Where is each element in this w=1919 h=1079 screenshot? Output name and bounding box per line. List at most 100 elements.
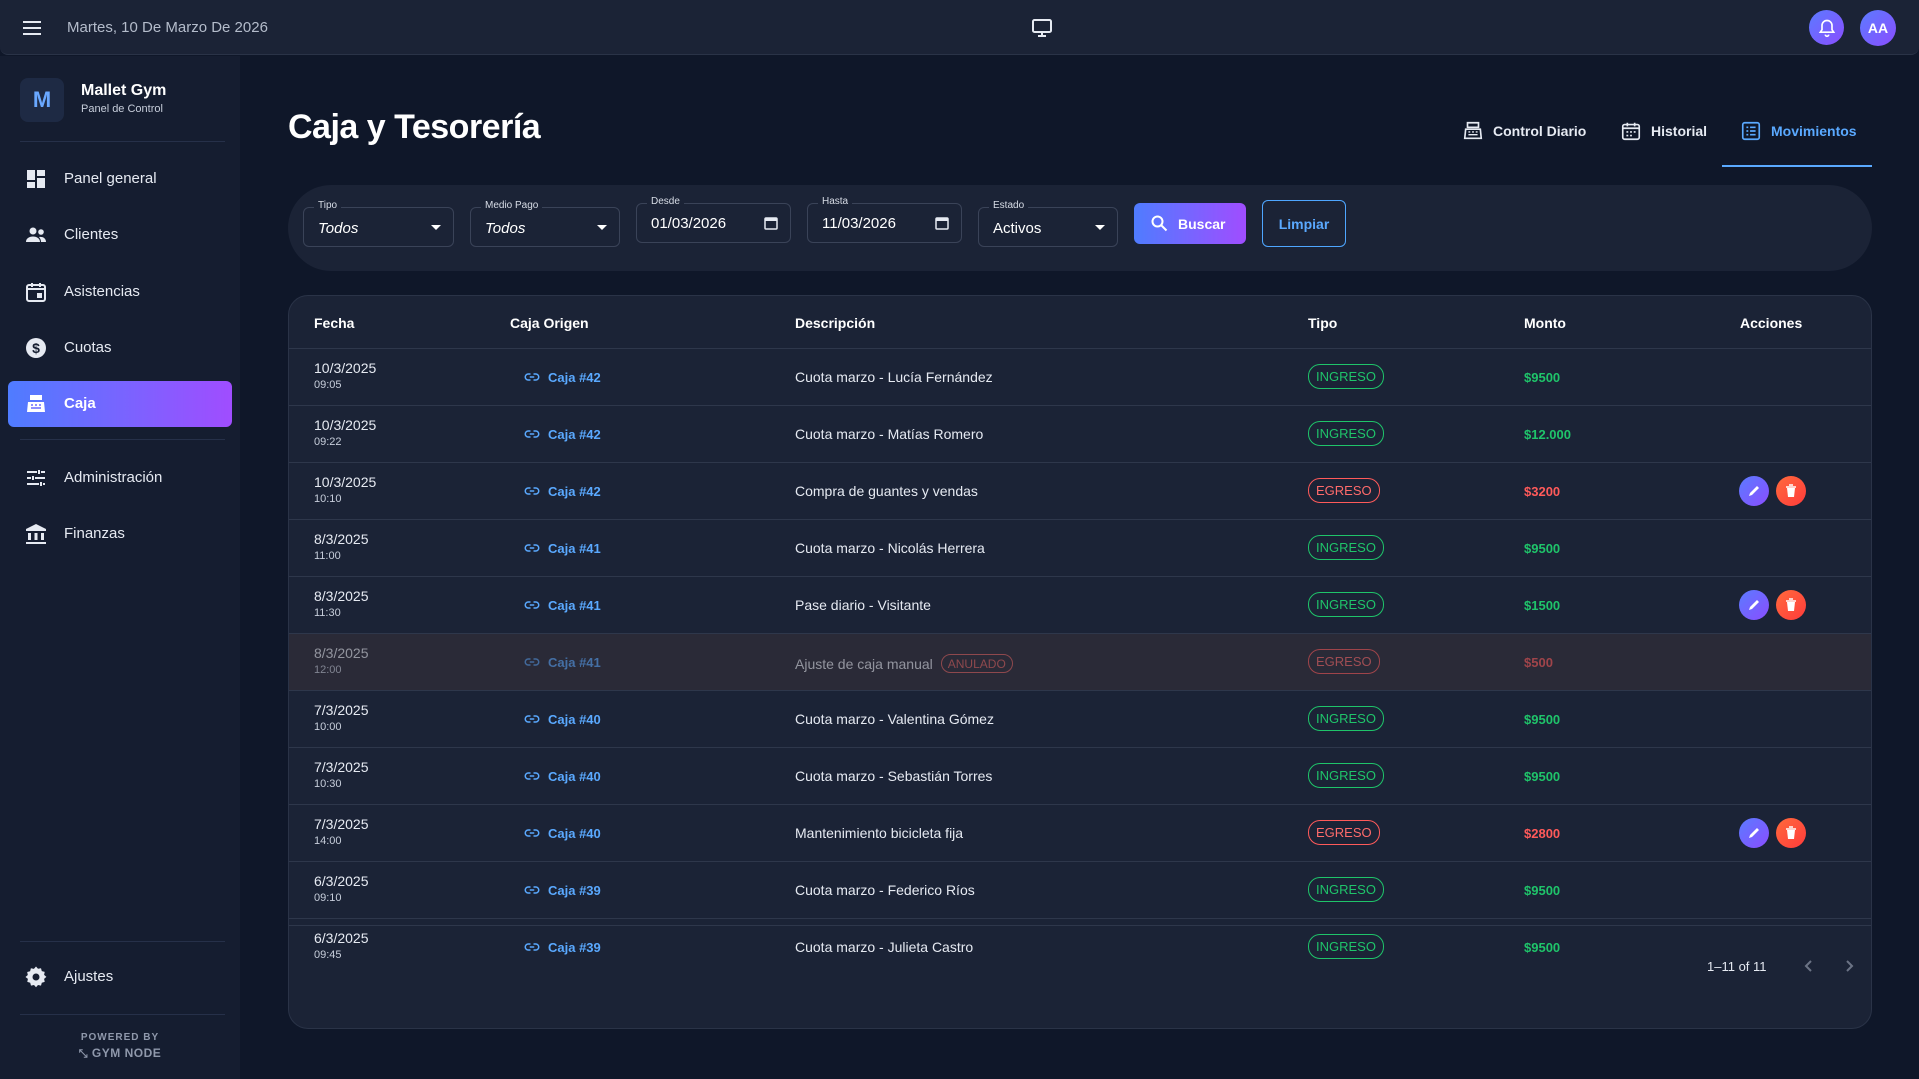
powered-by-brand-name: GYM NODE: [91, 1046, 162, 1060]
sidebar-item-cuotas[interactable]: $ Cuotas: [8, 325, 232, 371]
brand-logo: M: [20, 78, 64, 122]
sidebar-item-panel-general[interactable]: Panel general: [8, 156, 232, 202]
tab-label: Control Diario: [1493, 123, 1587, 139]
column-header-descripcion[interactable]: Descripción: [795, 315, 875, 331]
row-date: 6/3/2025: [314, 873, 369, 889]
description-text: Cuota marzo - Nicolás Herrera: [795, 540, 985, 556]
column-header-caja-origen[interactable]: Caja Origen: [510, 315, 589, 331]
estado-select[interactable]: Estado Activos: [978, 200, 1118, 247]
sidebar-item-clientes[interactable]: Clientes: [8, 212, 232, 258]
sidebar-item-administracion[interactable]: Administración: [8, 455, 232, 501]
limpiar-button[interactable]: Limpiar: [1262, 200, 1346, 247]
caret-down-icon: [431, 225, 441, 230]
caja-link[interactable]: Caja #40: [523, 824, 601, 842]
row-description: Compra de guantes y vendas: [795, 483, 978, 499]
row-description: Mantenimiento bicicleta fija: [795, 825, 963, 841]
pencil-icon: [1749, 600, 1759, 610]
caja-link[interactable]: Caja #40: [523, 710, 601, 728]
delete-button[interactable]: [1776, 590, 1806, 620]
tipo-select[interactable]: Tipo Todos: [303, 200, 454, 247]
field-value: Activos: [993, 220, 1042, 237]
table-row: 10/3/2025 09:05 Caja #42 Cuota marzo - Lucí…: [289, 348, 1871, 405]
row-date: 7/3/2025: [314, 759, 369, 775]
row-amount: $9500: [1524, 541, 1561, 556]
tipo-badge: EGRESO: [1308, 649, 1380, 674]
divider: [20, 439, 225, 440]
caja-link[interactable]: Caja #42: [523, 425, 601, 443]
sidebar-item-finanzas[interactable]: Finanzas: [8, 511, 232, 557]
row-description: Cuota marzo - Matías Romero: [795, 426, 983, 442]
row-date: 8/3/2025: [314, 645, 369, 661]
row-time: 10:30: [314, 778, 342, 790]
column-header-fecha[interactable]: Fecha: [314, 315, 354, 331]
caja-link[interactable]: Caja #42: [523, 482, 601, 500]
people-icon: [26, 227, 46, 242]
edit-button[interactable]: [1739, 476, 1769, 506]
row-date: 10/3/2025: [314, 417, 377, 433]
tab-label: Movimientos: [1771, 123, 1857, 139]
tipo-badge: INGRESO: [1308, 877, 1384, 902]
calendar-icon: [26, 283, 46, 302]
caja-label: Caja #39: [548, 882, 601, 898]
calendar-icon[interactable]: [764, 216, 778, 230]
monitor-icon[interactable]: [1030, 16, 1054, 40]
sidebar-item-label: Cuotas: [64, 339, 112, 356]
row-date: 10/3/2025: [314, 474, 377, 490]
link-icon: [524, 658, 540, 666]
caja-link[interactable]: Caja #41: [523, 653, 601, 671]
menu-icon[interactable]: [20, 16, 44, 40]
pencil-icon: [1749, 828, 1759, 838]
sidebar-item-label: Administración: [64, 469, 163, 486]
chevron-left-icon[interactable]: [1799, 956, 1819, 976]
table-row: 8/3/2025 11:00 Caja #41 Cuota marzo - Nicol…: [289, 519, 1871, 576]
caja-link[interactable]: Caja #42: [523, 368, 601, 386]
caja-link[interactable]: Caja #40: [523, 767, 601, 785]
tab-historial[interactable]: Historial: [1620, 111, 1707, 167]
trash-icon: [1786, 826, 1796, 839]
sidebar-item-ajustes[interactable]: Ajustes: [8, 954, 232, 1000]
calendar-icon[interactable]: [935, 216, 949, 230]
column-header-tipo[interactable]: Tipo: [1308, 315, 1337, 331]
field-value: 01/03/2026: [651, 215, 727, 232]
row-description: Ajuste de caja manual ANULADO: [795, 654, 1013, 673]
row-description: Cuota marzo - Valentina Gómez: [795, 711, 994, 727]
button-label: Buscar: [1178, 216, 1226, 232]
description-text: Cuota marzo - Valentina Gómez: [795, 711, 994, 727]
divider: [20, 1014, 225, 1015]
divider: [20, 941, 225, 942]
caja-link[interactable]: Caja #41: [523, 596, 601, 614]
delete-button[interactable]: [1776, 818, 1806, 848]
caja-label: Caja #42: [548, 483, 601, 499]
column-header-monto[interactable]: Monto: [1524, 315, 1566, 331]
desde-date-input[interactable]: Desde 01/03/2026: [636, 196, 791, 243]
medio-pago-select[interactable]: Medio Pago Todos: [470, 200, 620, 247]
bank-icon: [26, 524, 46, 544]
row-date: 10/3/2025: [314, 360, 377, 376]
trash-icon: [1786, 598, 1796, 611]
caja-link[interactable]: Caja #41: [523, 539, 601, 557]
avatar[interactable]: AA: [1860, 10, 1896, 46]
delete-button[interactable]: [1776, 476, 1806, 506]
cash-register-icon: [1463, 121, 1483, 140]
current-date: Martes, 10 De Marzo De 2026: [67, 19, 268, 36]
tipo-badge: INGRESO: [1308, 535, 1384, 560]
edit-button[interactable]: [1739, 818, 1769, 848]
hasta-date-input[interactable]: Hasta 11/03/2026: [807, 196, 962, 243]
sidebar-item-asistencias[interactable]: Asistencias: [8, 269, 232, 315]
caja-label: Caja #42: [548, 426, 601, 442]
sidebar-item-label: Finanzas: [64, 525, 125, 542]
edit-button[interactable]: [1739, 590, 1769, 620]
sidebar-item-label: Panel general: [64, 170, 157, 187]
link-icon: [524, 886, 540, 894]
sidebar-item-caja[interactable]: Caja: [8, 381, 232, 427]
caja-link[interactable]: Caja #39: [523, 881, 601, 899]
tab-movimientos[interactable]: Movimientos: [1740, 111, 1857, 167]
caja-label: Caja #40: [548, 768, 601, 784]
row-description: Cuota marzo - Federico Ríos: [795, 882, 975, 898]
chevron-right-icon[interactable]: [1839, 956, 1859, 976]
tab-control-diario[interactable]: Control Diario: [1462, 111, 1586, 167]
field-label: Tipo: [314, 200, 342, 211]
buscar-button[interactable]: Buscar: [1134, 203, 1246, 244]
notifications-button[interactable]: [1809, 10, 1844, 45]
table-row: 7/3/2025 10:30 Caja #40 Cuota marzo - Sebas…: [289, 747, 1871, 804]
